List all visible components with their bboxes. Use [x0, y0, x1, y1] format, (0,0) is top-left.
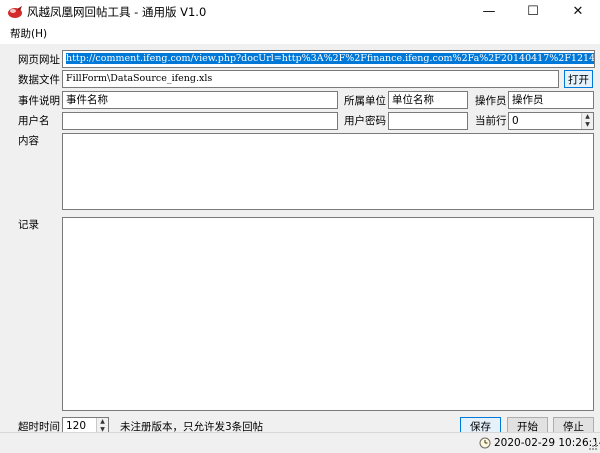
open-button[interactable]: 打开	[564, 70, 593, 88]
datafile-label: 数据文件	[18, 74, 60, 86]
app-icon	[8, 6, 22, 18]
close-button[interactable]: ✕	[556, 0, 600, 24]
menu-help[interactable]: 帮助(H)	[10, 27, 47, 41]
maximize-button[interactable]: ☐	[511, 0, 555, 24]
window-title: 风越凤凰网回帖工具 - 通用版 V1.0	[27, 5, 207, 19]
current-row-spin[interactable]: ▲ ▼	[581, 113, 593, 129]
resize-grip-icon[interactable]	[588, 441, 598, 451]
spin-down-icon[interactable]: ▼	[582, 121, 593, 129]
content-textarea[interactable]	[62, 133, 594, 210]
clock-icon	[479, 437, 491, 449]
operator-input[interactable]: 操作员	[508, 91, 594, 109]
event-input[interactable]: 事件名称	[62, 91, 338, 109]
unit-input[interactable]: 单位名称	[388, 91, 468, 109]
url-label: 网页网址	[18, 54, 60, 66]
log-textarea[interactable]	[62, 217, 594, 411]
minimize-button[interactable]: —	[467, 0, 511, 24]
status-datetime: 2020-02-29 10:26:14	[494, 437, 600, 449]
log-label: 记录	[18, 219, 39, 231]
url-value: http://comment.ifeng.com/view.php?docUrl…	[66, 53, 594, 64]
spin-up-icon[interactable]: ▲	[582, 113, 593, 121]
event-label: 事件说明	[18, 95, 60, 107]
current-row-value: 0	[512, 115, 519, 127]
username-label: 用户名	[18, 115, 50, 127]
password-label: 用户密码	[344, 115, 386, 127]
unit-label: 所属单位	[344, 95, 386, 107]
password-input[interactable]	[388, 112, 468, 130]
menu-bar	[0, 24, 600, 44]
username-input[interactable]	[62, 112, 338, 130]
url-input[interactable]: http://comment.ifeng.com/view.php?docUrl…	[62, 50, 595, 68]
title-bar[interactable]: 风越凤凰网回帖工具 - 通用版 V1.0 — ☐ ✕	[0, 0, 600, 24]
operator-label: 操作员	[475, 95, 507, 107]
current-row-label: 当前行	[475, 115, 507, 127]
spin-up-icon[interactable]: ▲	[97, 418, 108, 426]
timeout-value: 120	[66, 420, 87, 432]
content-label: 内容	[18, 135, 39, 147]
datafile-input[interactable]: FillForm\DataSource_ifeng.xls	[62, 70, 559, 88]
